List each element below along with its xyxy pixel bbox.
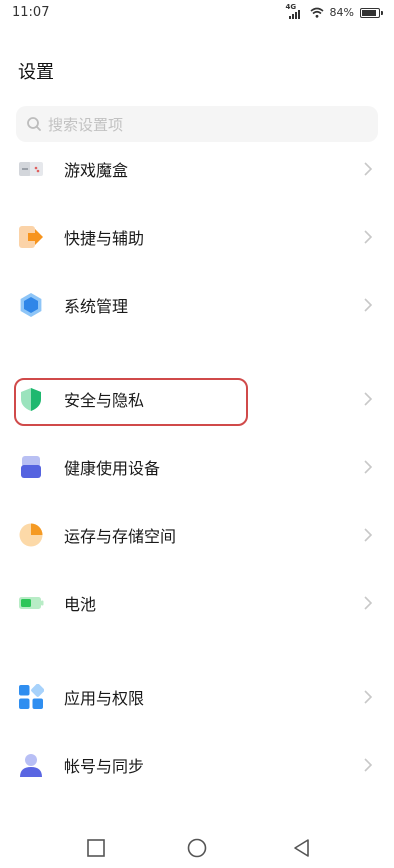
settings-item-game-box[interactable]: 游戏魔盒 <box>0 139 394 199</box>
settings-item-battery[interactable]: 电池 <box>0 573 394 633</box>
chevron-right-icon <box>364 596 373 610</box>
settings-item-apps-permissions[interactable]: 应用与权限 <box>0 667 394 727</box>
search-icon <box>27 117 41 131</box>
system-management-icon <box>20 293 42 317</box>
cellular-signal-icon: 4G <box>286 3 304 19</box>
chevron-right-icon <box>364 758 373 772</box>
back-button[interactable] <box>292 838 312 858</box>
settings-item-label: 帐号与同步 <box>64 757 145 776</box>
settings-item-shortcut-assist[interactable]: 快捷与辅助 <box>0 207 394 267</box>
navigation-bar <box>0 828 394 868</box>
battery-percent: 84% <box>329 6 354 19</box>
chevron-right-icon <box>364 298 373 312</box>
wifi-icon <box>310 7 324 18</box>
status-icons: 4G 84% <box>286 3 383 19</box>
settings-item-account-sync[interactable]: 帐号与同步 <box>0 735 394 795</box>
settings-item-memory-storage[interactable]: 运存与存储空间 <box>0 505 394 565</box>
settings-item-label: 系统管理 <box>64 297 129 316</box>
chevron-right-icon <box>364 392 373 406</box>
game-box-icon <box>19 162 43 176</box>
chevron-right-icon <box>364 460 373 474</box>
settings-item-label: 电池 <box>64 595 97 614</box>
chevron-right-icon <box>364 162 373 176</box>
shortcut-assist-icon <box>19 226 43 248</box>
apps-grid-icon <box>19 684 44 709</box>
recents-button[interactable] <box>86 838 106 858</box>
settings-item-label: 应用与权限 <box>64 689 145 708</box>
battery-status-icon <box>360 7 383 18</box>
storage-pie-icon <box>19 523 43 547</box>
chevron-right-icon <box>364 690 373 704</box>
settings-item-health-usage[interactable]: 健康使用设备 <box>0 437 394 497</box>
settings-item-label: 游戏魔盒 <box>64 161 129 180</box>
account-icon <box>20 754 42 777</box>
settings-item-system-management[interactable]: 系统管理 <box>0 275 394 335</box>
settings-item-label: 运存与存储空间 <box>64 527 177 546</box>
highlight-frame <box>14 378 248 426</box>
health-usage-icon <box>21 456 41 478</box>
page-title: 设置 <box>18 62 54 83</box>
chevron-right-icon <box>364 230 373 244</box>
status-bar: 11:07 4G 84% <box>0 0 394 30</box>
chevron-right-icon <box>364 528 373 542</box>
settings-item-label: 健康使用设备 <box>64 459 161 478</box>
settings-item-label: 快捷与辅助 <box>64 229 145 248</box>
home-button[interactable] <box>187 838 207 858</box>
battery-icon <box>19 597 44 609</box>
status-time: 11:07 <box>12 5 50 20</box>
search-placeholder: 搜索设置项 <box>48 115 124 134</box>
search-input[interactable]: 搜索设置项 <box>16 106 378 142</box>
